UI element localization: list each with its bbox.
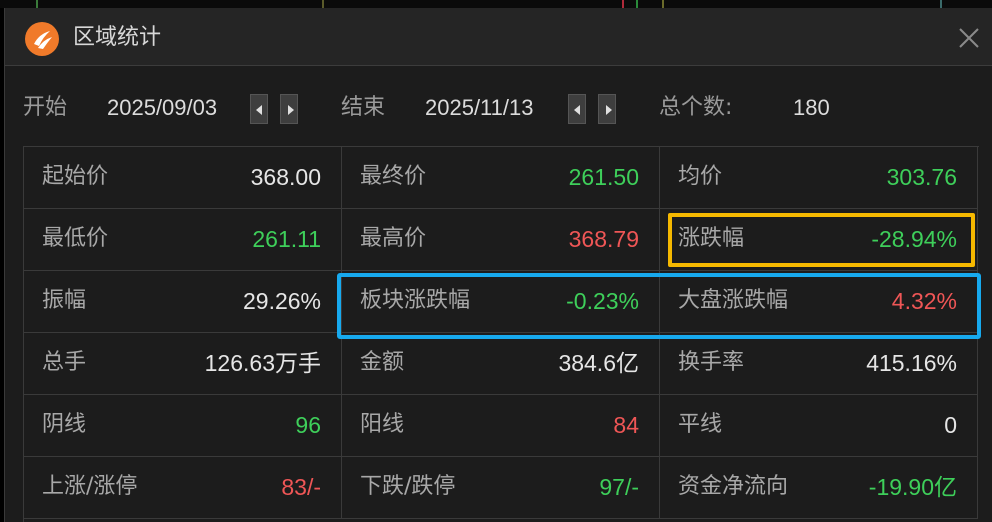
stat-cell: 最终价 261.50 <box>342 147 660 209</box>
stat-cell: 平线 0 <box>660 395 978 457</box>
chart-tick <box>36 0 38 8</box>
stat-value: 97/- <box>599 474 639 500</box>
stat-value: -19.90亿 <box>868 474 957 500</box>
stat-value: 368.79 <box>568 226 639 252</box>
stat-value: 261.11 <box>252 226 321 252</box>
stat-label: 阳线 <box>360 412 405 437</box>
stat-label: 振幅 <box>42 288 87 313</box>
stat-label: 上涨/涨停 <box>42 474 138 499</box>
stat-label: 均价 <box>678 164 723 189</box>
end-prev-button[interactable] <box>568 94 586 124</box>
stat-label: 起始价 <box>42 164 109 189</box>
app-logo-icon <box>25 22 59 56</box>
chevron-right-icon <box>606 105 612 115</box>
stat-cell: 换手率 415.16% <box>660 333 978 395</box>
start-next-button[interactable] <box>280 94 298 124</box>
start-date-value[interactable]: 2025/09/03 <box>107 92 217 124</box>
stat-cell: 资金净流向 -19.90亿 <box>660 457 978 519</box>
stat-cell: 起始价 368.00 <box>24 147 342 209</box>
stat-value: 83/- <box>281 474 321 500</box>
stat-label: 最低价 <box>42 226 109 251</box>
date-range-row: 开始 2025/09/03 结束 2025/11/13 总个数: 180 <box>5 88 992 128</box>
stat-label: 换手率 <box>678 350 745 375</box>
chevron-left-icon <box>256 105 262 115</box>
highlight-box-blue <box>337 273 981 339</box>
stat-value: 415.16% <box>866 350 957 376</box>
stat-cell: 均价 303.76 <box>660 147 978 209</box>
chart-tick <box>322 0 324 8</box>
chart-tick <box>940 0 942 8</box>
chart-tick <box>636 0 638 8</box>
chevron-right-icon <box>288 105 294 115</box>
stat-cell: 下跌/跌停 97/- <box>342 457 660 519</box>
stat-cell: 总手 126.63万手 <box>24 333 342 395</box>
highlight-box-yellow <box>668 213 975 267</box>
dialog-title: 区域统计 <box>73 25 162 50</box>
close-icon[interactable] <box>957 26 981 50</box>
stat-value: 0 <box>944 412 957 438</box>
end-date-value[interactable]: 2025/11/13 <box>425 92 533 124</box>
count-value: 180 <box>793 95 830 120</box>
end-next-button[interactable] <box>598 94 616 124</box>
stat-cell: 上涨/涨停 83/- <box>24 457 342 519</box>
stat-value: 96 <box>295 412 321 438</box>
chart-tick <box>662 0 664 8</box>
stat-label: 平线 <box>678 412 723 437</box>
stat-cell: 最高价 368.79 <box>342 209 660 271</box>
stat-value: 261.50 <box>568 164 639 190</box>
stat-label: 最终价 <box>360 164 427 189</box>
background-chart-strip <box>0 0 992 8</box>
stat-label: 下跌/跌停 <box>360 474 456 499</box>
stat-cell: 最低价 261.11 <box>24 209 342 271</box>
start-label: 开始 <box>23 95 68 120</box>
stat-value: 384.6亿 <box>558 350 639 376</box>
stat-value: 84 <box>613 412 639 438</box>
stat-label: 最高价 <box>360 226 427 251</box>
stat-cell: 阳线 84 <box>342 395 660 457</box>
stat-value: 126.63万手 <box>204 350 321 376</box>
stat-value: 29.26% <box>242 288 321 314</box>
stat-value: 368.00 <box>250 164 321 190</box>
stat-cell: 阴线 96 <box>24 395 342 457</box>
title-bar[interactable]: 区域统计 <box>5 8 992 66</box>
stat-value: 303.76 <box>886 164 957 190</box>
stat-cell: 金额 384.6亿 <box>342 333 660 395</box>
stat-label: 资金净流向 <box>678 474 789 499</box>
stat-cell: 振幅 29.26% <box>24 271 342 333</box>
stat-label: 金额 <box>360 350 405 375</box>
start-prev-button[interactable] <box>250 94 268 124</box>
end-label: 结束 <box>341 95 386 120</box>
chevron-left-icon <box>574 105 580 115</box>
stat-label: 阴线 <box>42 412 87 437</box>
count-label: 总个数: <box>659 95 733 120</box>
chart-tick <box>622 0 624 8</box>
stat-label: 总手 <box>42 350 87 375</box>
